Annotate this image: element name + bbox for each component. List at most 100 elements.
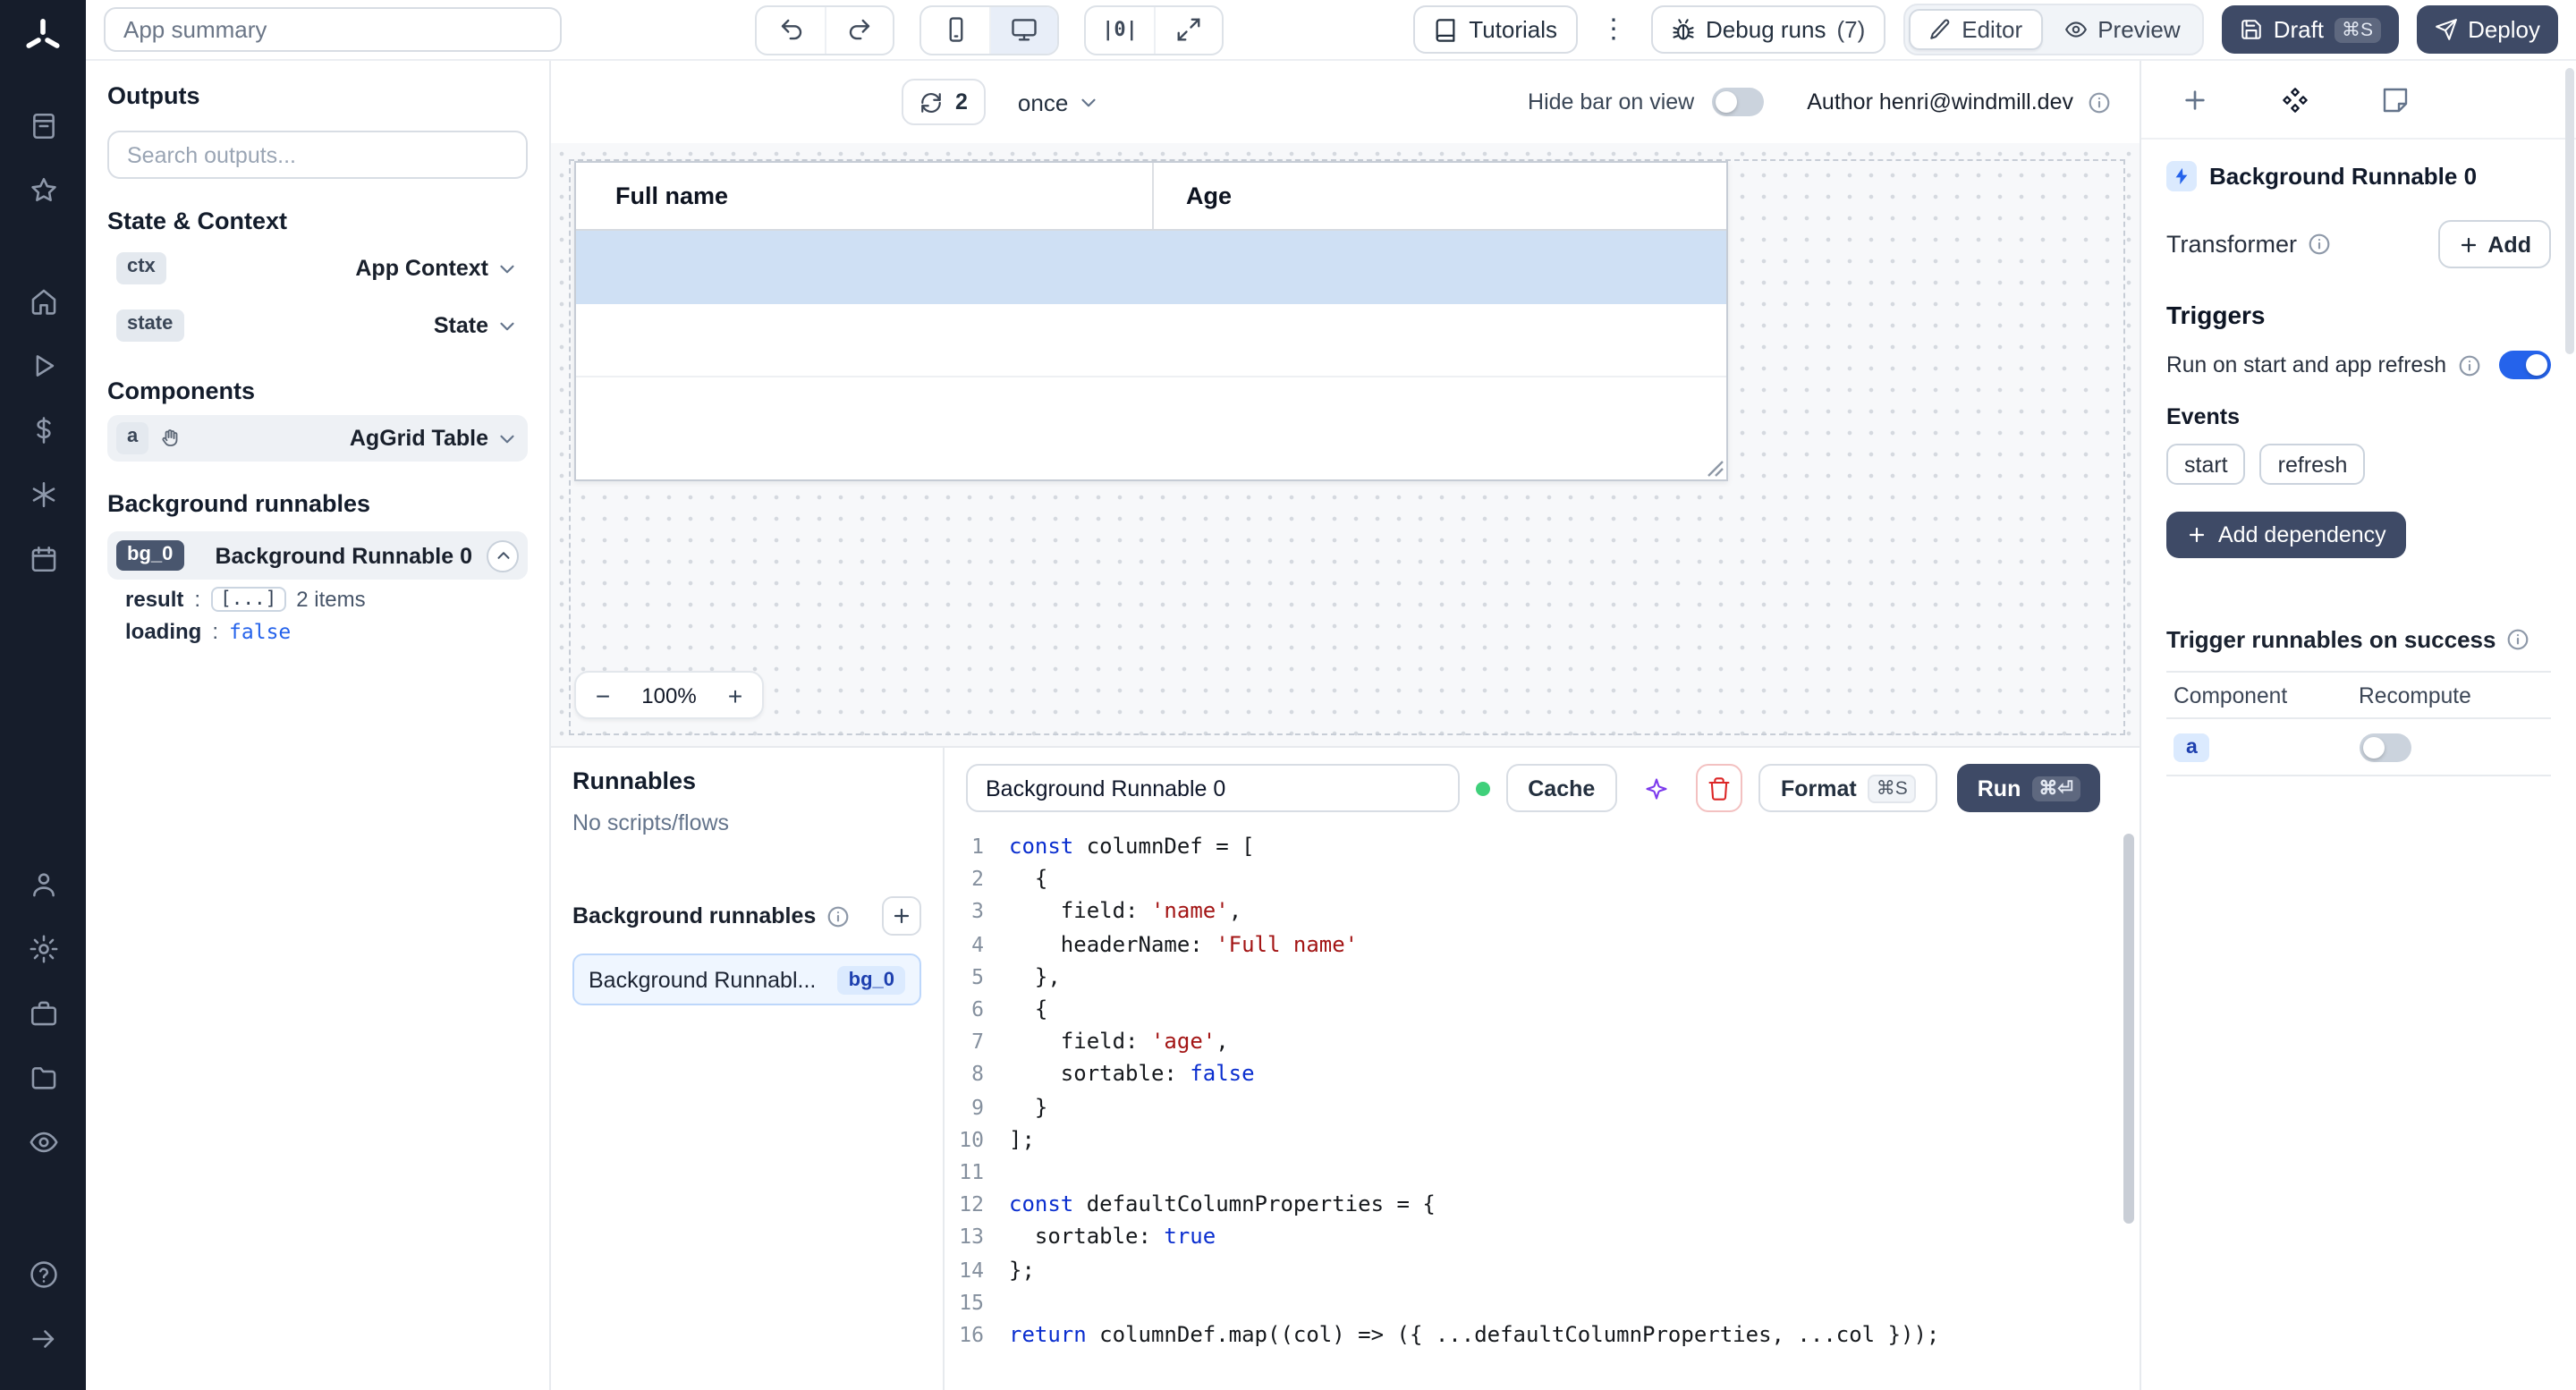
component-settings-tab[interactable] (2281, 85, 2309, 114)
interval-select[interactable]: once (1018, 89, 1100, 115)
code-line[interactable]: 6 { (945, 993, 2140, 1025)
calendar-icon[interactable] (16, 531, 70, 585)
chevron-down-icon[interactable] (496, 257, 519, 280)
runnable-name-input[interactable] (966, 764, 1460, 812)
table-row-selected[interactable] (576, 231, 1726, 304)
tab-editor[interactable]: Editor (1908, 9, 2042, 50)
kebab-menu-icon[interactable]: ⋮ (1595, 16, 1632, 43)
bg0-row[interactable]: bg_0 Background Runnable 0 (107, 531, 528, 580)
tab-preview[interactable]: Preview (2046, 9, 2199, 50)
component-a-row[interactable]: a AgGrid Table (107, 415, 528, 462)
alignment-icon[interactable]: |0| (1086, 6, 1154, 53)
code-line[interactable]: 1const columnDef = [ (945, 830, 2140, 862)
loading-row: loading : false (107, 612, 528, 644)
zoom-out-button[interactable]: − (576, 671, 630, 719)
insert-component-tab[interactable] (2181, 85, 2209, 114)
gear-icon[interactable] (16, 921, 70, 975)
info-icon[interactable] (2308, 233, 2331, 256)
code-line[interactable]: 14}; (945, 1253, 2140, 1285)
user-icon[interactable] (16, 857, 70, 911)
code-line[interactable]: 9 } (945, 1090, 2140, 1123)
windmill-logo-icon[interactable] (21, 16, 64, 59)
code-editor[interactable]: 1const columnDef = [2 {3 field: 'name',4… (945, 823, 2140, 1390)
draft-button[interactable]: Draft ⌘S (2222, 5, 2398, 54)
eye-icon[interactable] (16, 1115, 70, 1168)
cache-button[interactable]: Cache (1506, 764, 1616, 812)
run-button[interactable]: Run ⌘⏎ (1958, 764, 2100, 812)
redo-button[interactable] (825, 6, 893, 53)
help-icon[interactable] (16, 1247, 70, 1301)
tutorials-button[interactable]: Tutorials (1413, 5, 1577, 54)
ctx-row[interactable]: ctx App Context (107, 245, 528, 292)
table-header-fullname[interactable]: Full name (576, 163, 1152, 229)
undo-button[interactable] (757, 6, 825, 53)
debug-runs-button[interactable]: Debug runs (7) (1650, 5, 1885, 54)
table-row[interactable] (576, 304, 1726, 377)
app-canvas[interactable]: Full name Age − 100% + (551, 143, 2140, 746)
star-icon[interactable] (16, 163, 70, 216)
code-line[interactable]: 4 headerName: 'Full name' (945, 928, 2140, 960)
briefcase-icon[interactable] (16, 986, 70, 1039)
fullscreen-icon[interactable] (1154, 6, 1222, 53)
code-line[interactable]: 10]; (945, 1123, 2140, 1156)
info-icon[interactable] (2457, 353, 2480, 377)
nav-rail (0, 0, 86, 1390)
draft-shortcut: ⌘S (2334, 17, 2380, 42)
code-line[interactable]: 16return columnDef.map((col) => ({ ...de… (945, 1318, 2140, 1351)
mobile-view-button[interactable] (921, 6, 989, 53)
info-icon[interactable] (826, 904, 850, 928)
collapse-arrow-icon[interactable] (16, 1311, 70, 1365)
editor-scrollbar[interactable] (2123, 834, 2134, 1224)
add-dependency-button[interactable]: Add dependency (2166, 512, 2406, 558)
notebook-icon[interactable] (16, 98, 70, 152)
ai-wand-icon[interactable] (1632, 764, 1680, 812)
code-line[interactable]: 8 sortable: false (945, 1058, 2140, 1090)
chevron-down-icon[interactable] (496, 314, 519, 337)
event-pill-start[interactable]: start (2166, 444, 2246, 485)
format-button[interactable]: Format ⌘S (1759, 764, 1938, 812)
panel-scrollbar[interactable] (2565, 68, 2574, 354)
runnable-list-item[interactable]: Background Runnabl... bg_0 (572, 954, 921, 1005)
zoom-in-button[interactable]: + (708, 671, 762, 719)
result-expand-token[interactable]: [...] (211, 587, 285, 612)
event-pill-refresh[interactable]: refresh (2260, 444, 2366, 485)
code-line[interactable]: 7 field: 'age', (945, 1025, 2140, 1057)
add-runnable-button[interactable] (882, 896, 921, 936)
info-icon[interactable] (2506, 628, 2529, 651)
delete-button[interactable] (1696, 764, 1743, 812)
table-header-age[interactable]: Age (1152, 163, 1726, 229)
add-transformer-button[interactable]: Add (2437, 220, 2551, 268)
asterisk-icon[interactable] (16, 467, 70, 521)
desktop-view-button[interactable] (989, 6, 1057, 53)
dollar-icon[interactable] (16, 403, 70, 456)
line-number: 5 (945, 961, 1009, 993)
refresh-button[interactable]: 2 (902, 79, 986, 125)
collapse-chevron-up-button[interactable] (487, 539, 519, 572)
styling-tab[interactable] (2381, 85, 2410, 114)
resize-handle[interactable] (1707, 460, 1724, 478)
home-icon[interactable] (16, 274, 70, 327)
folder-icon[interactable] (16, 1050, 70, 1104)
code-line[interactable]: 3 field: 'name', (945, 895, 2140, 928)
deploy-button[interactable]: Deploy (2416, 5, 2558, 54)
code-line[interactable]: 2 { (945, 862, 2140, 894)
state-row[interactable]: state State (107, 302, 528, 349)
aggrid-table-component[interactable]: Full name Age (574, 161, 1728, 481)
code-line[interactable]: 15 (945, 1286, 2140, 1318)
recompute-toggle[interactable] (2359, 733, 2411, 761)
search-outputs-input[interactable] (107, 131, 528, 179)
line-number: 13 (945, 1221, 1009, 1253)
code-line[interactable]: 5 }, (945, 961, 2140, 993)
canvas-toolbar: 2 once Hide bar on view Author henri@win… (551, 61, 2140, 143)
info-icon[interactable] (2088, 90, 2111, 114)
code-line[interactable]: 11 (945, 1156, 2140, 1188)
run-on-start-toggle[interactable] (2499, 351, 2551, 379)
send-icon (2434, 18, 2457, 41)
hide-bar-toggle[interactable] (1712, 88, 1764, 116)
app-summary-input[interactable] (104, 7, 562, 52)
code-line[interactable]: 12const defaultColumnProperties = { (945, 1188, 2140, 1220)
play-icon[interactable] (16, 338, 70, 392)
chevron-down-icon[interactable] (496, 427, 519, 450)
save-icon (2240, 18, 2263, 41)
code-line[interactable]: 13 sortable: true (945, 1221, 2140, 1253)
